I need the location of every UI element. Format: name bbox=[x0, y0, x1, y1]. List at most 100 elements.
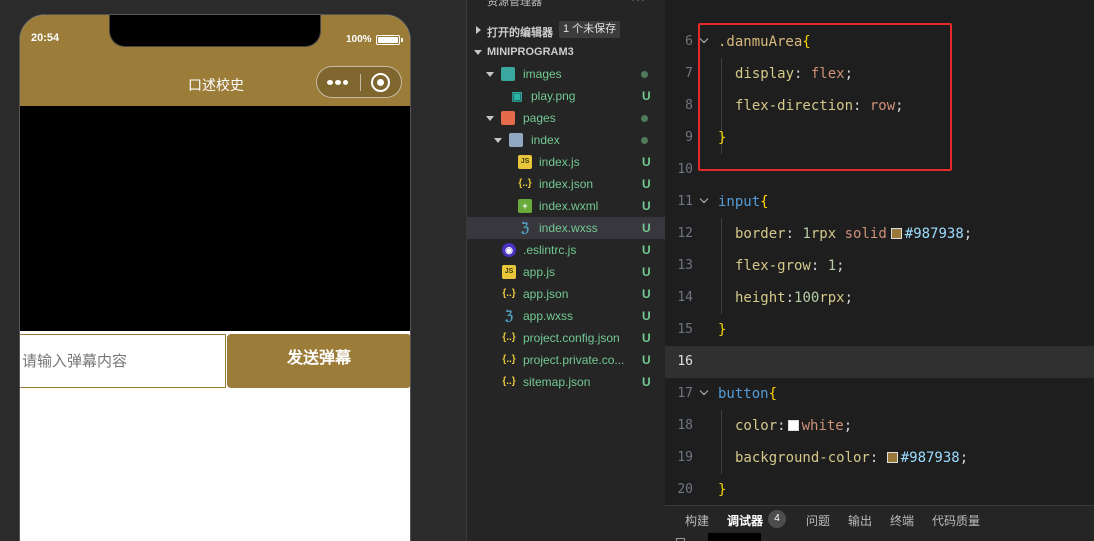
brace: { bbox=[768, 386, 778, 402]
tree-item-play-png[interactable]: ▣ play.png U bbox=[467, 85, 666, 107]
panel-content-edge bbox=[708, 533, 761, 541]
code-line: 13 flex-grow: 1; bbox=[665, 250, 1094, 282]
file-explorer: 资源管理器 ··· 打开的编辑器 1 个未保存 MINIPROGRAM3 ima… bbox=[466, 0, 666, 541]
css-hex-color: #987938 bbox=[900, 450, 960, 466]
tree-item-label: app.js bbox=[523, 265, 556, 279]
capsule-divider bbox=[360, 74, 361, 91]
tree-item-index-wxml[interactable]: + index.wxml U bbox=[467, 195, 666, 217]
tree-item-label: pages bbox=[523, 111, 556, 125]
tree-item-images[interactable]: images bbox=[467, 63, 666, 85]
git-status: U bbox=[642, 199, 651, 213]
more-icon[interactable] bbox=[326, 72, 352, 92]
line-number: 18 bbox=[677, 418, 693, 433]
project-label: MINIPROGRAM3 bbox=[487, 46, 574, 58]
tab-code-quality[interactable]: 代码质量 bbox=[932, 512, 980, 529]
debugger-badge: 4 bbox=[768, 510, 786, 528]
folder-pages-icon bbox=[501, 111, 515, 125]
tab-build[interactable]: 构建 bbox=[685, 512, 709, 529]
battery-icon bbox=[376, 35, 403, 45]
line-number: 16 bbox=[677, 354, 693, 369]
git-status: U bbox=[642, 331, 651, 345]
line-number: 11 bbox=[677, 194, 693, 209]
tree-item-label: images bbox=[523, 67, 562, 81]
css-selector: input bbox=[718, 194, 761, 210]
js-file-icon: JS bbox=[518, 155, 532, 169]
video-player[interactable] bbox=[20, 106, 410, 331]
tree-item-index[interactable]: index bbox=[467, 129, 666, 151]
json-file-icon: {..} bbox=[502, 354, 516, 365]
code-editor[interactable]: › › 6 .danmuArea{ 7 display: flex; 8 fle… bbox=[665, 0, 1094, 505]
tab-output[interactable]: 输出 bbox=[848, 512, 872, 529]
css-value: solid bbox=[844, 226, 887, 242]
fold-chevron-icon[interactable] bbox=[699, 194, 709, 204]
send-danmu-button[interactable]: 发送弹幕 bbox=[227, 334, 410, 388]
code-line-current[interactable]: 16 bbox=[665, 346, 1094, 378]
tree-item-index-js[interactable]: JS index.js U bbox=[467, 151, 666, 173]
line-number: 17 bbox=[677, 386, 693, 401]
tree-item-index-wxss[interactable]: ℨ index.wxss U bbox=[467, 217, 666, 239]
tree-item-label: index bbox=[531, 133, 560, 147]
tree-item-label: project.config.json bbox=[523, 331, 620, 345]
css-property: height bbox=[735, 290, 786, 306]
tree-item-label: index.wxml bbox=[539, 199, 599, 213]
tree-item-label: .eslintrc.js bbox=[523, 243, 577, 257]
css-number: 100 bbox=[794, 290, 820, 306]
chevron-down-icon bbox=[474, 50, 482, 55]
css-number: 1 bbox=[802, 226, 811, 242]
chevron-down-icon bbox=[486, 116, 494, 121]
image-file-icon: ▣ bbox=[511, 89, 523, 103]
fold-chevron-icon[interactable] bbox=[699, 386, 709, 396]
code-line: 15 } bbox=[665, 314, 1094, 346]
tree-item-project-private[interactable]: {..} project.private.co... U bbox=[467, 349, 666, 371]
tab-debugger[interactable]: 调试器 bbox=[727, 512, 763, 529]
tree-item-label: index.json bbox=[539, 177, 594, 191]
chevron-down-icon bbox=[494, 138, 502, 143]
color-swatch-icon[interactable] bbox=[886, 452, 898, 463]
git-status: U bbox=[642, 177, 651, 191]
folder-open-icon bbox=[509, 133, 523, 147]
tab-terminal[interactable]: 终端 bbox=[890, 512, 914, 529]
tree-item-app-wxss[interactable]: ℨ app.wxss U bbox=[467, 305, 666, 327]
eslint-file-icon: ◉ bbox=[502, 243, 516, 257]
semicolon: ; bbox=[959, 450, 969, 466]
json-file-icon: {..} bbox=[518, 178, 532, 189]
capsule-menu bbox=[316, 66, 402, 98]
brace: } bbox=[718, 482, 727, 498]
git-status: U bbox=[642, 375, 651, 389]
line-number: 15 bbox=[677, 322, 693, 337]
tree-item-app-json[interactable]: {..} app.json U bbox=[467, 283, 666, 305]
tree-item-app-js[interactable]: JS app.js U bbox=[467, 261, 666, 283]
color-swatch-icon[interactable] bbox=[890, 228, 902, 239]
tree-item-project-config[interactable]: {..} project.config.json U bbox=[467, 327, 666, 349]
tree-item-label: project.private.co... bbox=[523, 353, 625, 367]
tab-problems[interactable]: 问题 bbox=[806, 512, 830, 529]
simulator-panel: 20:54 100% 口述校史 发送弹幕 bbox=[0, 0, 466, 541]
line-number: 6 bbox=[685, 34, 693, 49]
tree-item-eslintrc[interactable]: ◉ .eslintrc.js U bbox=[467, 239, 666, 261]
tree-item-pages[interactable]: pages bbox=[467, 107, 666, 129]
git-status: U bbox=[642, 243, 651, 257]
danmu-input[interactable] bbox=[20, 334, 226, 388]
project-section[interactable]: MINIPROGRAM3 bbox=[467, 41, 666, 63]
semicolon: ; bbox=[843, 418, 853, 434]
tree-item-label: app.json bbox=[523, 287, 569, 301]
open-editors-section[interactable]: 打开的编辑器 1 个未保存 bbox=[467, 19, 666, 41]
close-icon[interactable] bbox=[371, 73, 390, 92]
css-property: flex-grow bbox=[735, 258, 811, 274]
css-selector: button bbox=[718, 386, 769, 402]
wxml-file-icon: + bbox=[518, 199, 532, 213]
code-line: 19 background-color: #987938; bbox=[665, 442, 1094, 474]
line-number: 9 bbox=[685, 130, 693, 145]
highlight-box bbox=[698, 23, 952, 171]
explorer-more-icon[interactable]: ··· bbox=[631, 0, 646, 6]
css-number: 1 bbox=[827, 258, 837, 274]
color-swatch-icon[interactable] bbox=[787, 420, 799, 431]
explorer-title: 资源管理器 bbox=[487, 0, 542, 8]
tree-item-sitemap[interactable]: {..} sitemap.json U bbox=[467, 371, 666, 393]
breadcrumb-text: › › bbox=[679, 0, 689, 3]
code-line: 18 color: white; bbox=[665, 410, 1094, 442]
tree-item-label: index.js bbox=[539, 155, 580, 169]
tree-item-index-json[interactable]: {..} index.json U bbox=[467, 173, 666, 195]
modified-dot-icon bbox=[641, 115, 648, 122]
tree-item-label: index.wxss bbox=[539, 221, 598, 235]
